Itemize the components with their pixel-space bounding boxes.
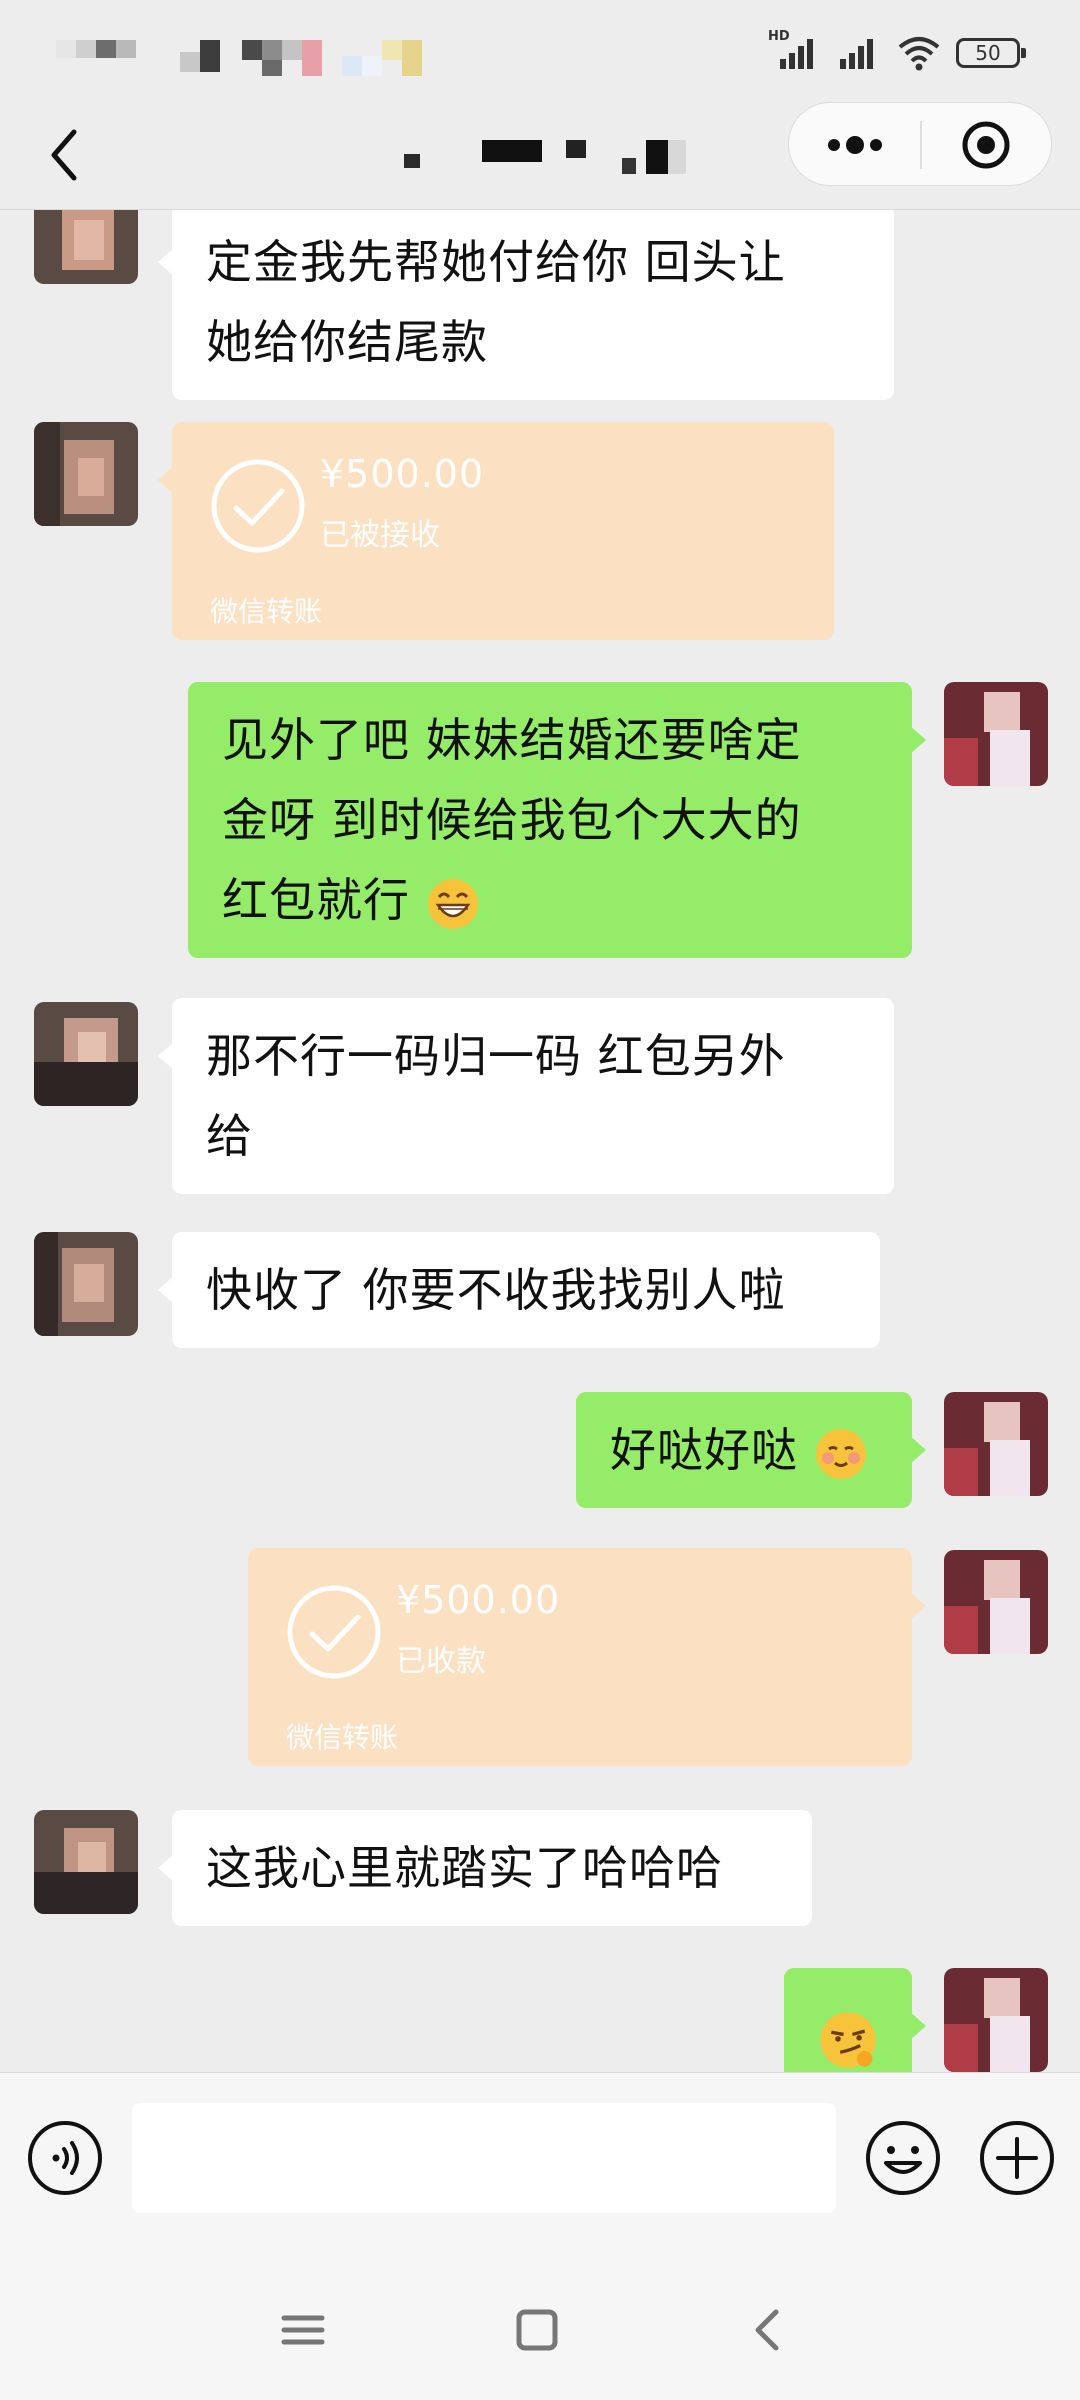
avatar[interactable] [34, 1810, 138, 1914]
message-bubble[interactable] [784, 1968, 926, 2072]
emoji-icon [866, 2121, 940, 2195]
menu-icon [281, 2315, 325, 2345]
smirk-emoji-icon [820, 2011, 876, 2068]
message-line: 红包就行 [222, 873, 410, 927]
more-button[interactable] [789, 103, 919, 187]
wifi-icon [898, 37, 940, 71]
message-line: 见外了吧 妹妹结婚还要啥定 [222, 713, 802, 767]
transfer-status: 已被接收 [320, 518, 440, 553]
avatar[interactable] [34, 210, 138, 284]
grinning-emoji-icon [427, 878, 478, 929]
message-line: 金呀 到时候给我包个大大的 [222, 793, 802, 847]
avatar-self[interactable] [944, 1550, 1048, 1654]
back-arrow-icon [755, 2309, 779, 2351]
message-bubble[interactable]: 快收了 你要不收我找别人啦 [158, 1232, 880, 1348]
avatar[interactable] [34, 422, 138, 526]
message-line: 给 [206, 1109, 253, 1163]
message-line: 她给你结尾款 [206, 315, 488, 369]
transfer-card[interactable]: ¥500.00 已被接收 微信转账 [158, 422, 834, 640]
voice-icon [28, 2121, 102, 2195]
message-line: 这我心里就踏实了哈哈哈 [206, 1841, 723, 1895]
battery-icon: 50 [956, 38, 1026, 68]
message-line: 那不行一码归一码 红包另外 [206, 1029, 786, 1083]
transfer-label: 微信转账 [286, 1721, 399, 1754]
transfer-amount: ¥500.00 [320, 452, 485, 496]
system-nav-bar [0, 2260, 1080, 2400]
plus-icon [980, 2121, 1054, 2195]
message-line: 好哒好哒 [610, 1423, 798, 1477]
emoji-button[interactable] [864, 2119, 942, 2197]
chat-area[interactable]: 定金我先帮她付给你 回头让 她给你结尾款 ¥500.00 已被接收 微信转账 见… [0, 210, 1080, 2072]
signal-icon-2 [840, 39, 873, 69]
message-bubble[interactable]: 定金我先帮她付给你 回头让 她给你结尾款 [158, 210, 894, 400]
chevron-left-icon [51, 129, 77, 181]
message-bubble[interactable]: 那不行一码归一码 红包另外 给 [158, 998, 894, 1194]
mini-program-capsule [788, 102, 1052, 186]
avatar-self[interactable] [944, 682, 1048, 786]
input-bar [0, 2072, 1080, 2260]
back-button[interactable] [36, 120, 96, 190]
avatar[interactable] [34, 1232, 138, 1336]
more-dots-icon [828, 136, 882, 154]
check-circle-icon [287, 1585, 381, 1679]
plus-button[interactable] [978, 2119, 1056, 2197]
blush-emoji-icon [815, 1428, 866, 1479]
status-bar: HD 50 [0, 0, 1080, 100]
signal-icon: HD [768, 29, 820, 71]
home-square-icon [516, 2309, 558, 2351]
message-bubble[interactable]: 这我心里就踏实了哈哈哈 [158, 1810, 812, 1926]
message-input[interactable] [132, 2103, 836, 2213]
system-back-button[interactable] [734, 2300, 804, 2360]
close-button[interactable] [921, 103, 1051, 187]
message-bubble[interactable]: 见外了吧 妹妹结婚还要啥定 金呀 到时候给我包个大大的 红包就行 [188, 682, 926, 958]
avatar-self[interactable] [944, 1392, 1048, 1496]
transfer-amount: ¥500.00 [396, 1578, 561, 1622]
avatar[interactable] [34, 1002, 138, 1106]
status-icons: HD 50 [768, 28, 1026, 78]
hd-label: HD [768, 29, 790, 44]
transfer-label: 微信转账 [210, 595, 323, 628]
transfer-status: 已收款 [396, 1644, 486, 1679]
voice-button[interactable] [26, 2119, 104, 2197]
message-bubble[interactable]: 好哒好哒 [576, 1392, 926, 1508]
transfer-card[interactable]: ¥500.00 已收款 微信转账 [248, 1548, 926, 1766]
target-close-icon [962, 121, 1010, 169]
message-line: 定金我先帮她付给你 回头让 [206, 235, 786, 289]
avatar-self[interactable] [944, 1968, 1048, 2072]
check-circle-icon [211, 459, 305, 553]
home-button[interactable] [502, 2300, 572, 2360]
menu-button[interactable] [268, 2300, 338, 2360]
message-line: 快收了 你要不收我找别人啦 [206, 1263, 786, 1317]
